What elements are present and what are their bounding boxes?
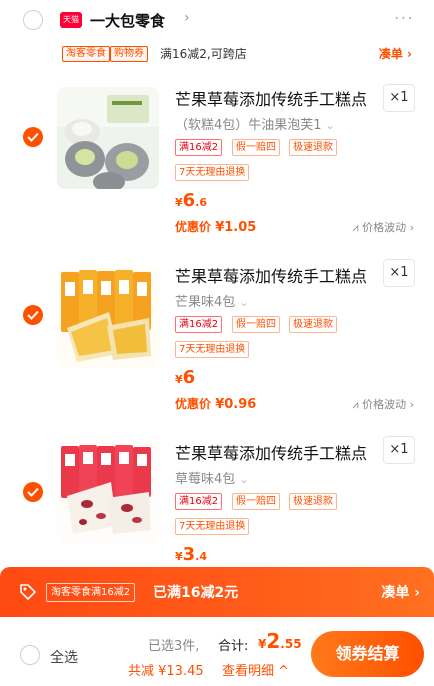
- checkout-footer: 全选 已选3件, 合计: ¥2.55 共减 ¥13.45 查看明细 ^ 领券结算: [0, 617, 434, 686]
- product-title[interactable]: 芒果草莓添加传统手工糕点: [175, 86, 367, 110]
- tag-return: 7天无理由退换: [175, 164, 250, 181]
- chart-icon: ⩘: [352, 221, 359, 234]
- price: ¥3.4: [175, 544, 208, 565]
- total-price: ¥2.55: [258, 629, 302, 653]
- item-checkbox[interactable]: [23, 127, 43, 147]
- promo-tag-snacks: 淘客零食: [62, 46, 110, 62]
- chevron-down-icon: ⌄: [239, 296, 249, 309]
- price: ¥6.6: [175, 190, 208, 211]
- cart-item: 芒果草莓添加传统手工糕点 ×1 芒果味4包 ⌄ 满16减2 假一赔四 极速退款 7…: [0, 250, 434, 426]
- discount-price: 优惠价 ¥0.96: [175, 397, 257, 412]
- tag-discount: 满16减2: [175, 493, 223, 510]
- store-select-checkbox[interactable]: [23, 10, 43, 30]
- product-image[interactable]: [57, 87, 159, 189]
- coupon-tag-icon: [20, 584, 37, 601]
- sku-selector[interactable]: （软糕4包）牛油果泡芙1 ⌄: [175, 114, 335, 133]
- store-name[interactable]: 一大包零食: [90, 10, 165, 31]
- cart-item: 芒果草莓添加传统手工糕点 ×1 （软糕4包）牛油果泡芙1 ⌄ 满16减2 假一赔四…: [0, 72, 434, 248]
- tag-fast-refund: 极速退款: [289, 493, 337, 510]
- total-label: 合计:: [218, 639, 249, 654]
- check-icon: [27, 132, 39, 142]
- quantity-selector[interactable]: ×1: [383, 259, 415, 287]
- checkout-button[interactable]: 领券结算: [311, 631, 424, 677]
- tag-return: 7天无理由退换: [175, 518, 250, 535]
- select-all-label[interactable]: 全选: [50, 647, 78, 667]
- tmall-badge: 天猫: [60, 12, 82, 28]
- chart-icon: ⩘: [352, 398, 359, 411]
- price-fluctuation-link[interactable]: ⩘ 价格波动 ›: [352, 219, 414, 235]
- check-icon: [27, 310, 39, 320]
- quantity-selector[interactable]: ×1: [383, 84, 415, 112]
- add-more-link[interactable]: 凑单 ›: [379, 45, 412, 62]
- tag-fast-refund: 极速退款: [289, 316, 337, 333]
- product-image[interactable]: [57, 442, 159, 544]
- view-details-link[interactable]: 查看明细 ^: [222, 660, 289, 679]
- cart-item: 芒果草莓添加传统手工糕点 ×1 草莓味4包 ⌄ 满16减2 假一赔四 极速退款 7…: [0, 428, 434, 567]
- sku-text: 草莓味4包: [175, 472, 236, 487]
- selected-count: 已选3件,: [148, 639, 200, 654]
- price-fluctuation-link[interactable]: ⩘ 价格波动 ›: [352, 396, 414, 412]
- tag-discount: 满16减2: [175, 316, 223, 333]
- item-checkbox[interactable]: [23, 305, 43, 325]
- promo-text: 满16减2,可跨店: [160, 47, 247, 61]
- tag-fast-refund: 极速退款: [289, 139, 337, 156]
- item-checkbox[interactable]: [23, 482, 43, 502]
- chevron-down-icon: ⌄: [239, 473, 249, 486]
- sku-text: （软糕4包）牛油果泡芙1: [175, 118, 322, 133]
- promo-bar-tag: 淘客零食满16减2: [46, 583, 136, 602]
- sku-selector[interactable]: 草莓味4包 ⌄: [175, 468, 249, 487]
- sku-selector[interactable]: 芒果味4包 ⌄: [175, 291, 249, 310]
- tag-return: 7天无理由退换: [175, 341, 250, 358]
- select-all-checkbox[interactable]: [20, 645, 40, 665]
- promo-bar-text: 已满16减2元: [153, 585, 239, 601]
- chevron-down-icon: ⌄: [325, 119, 335, 132]
- sku-text: 芒果味4包: [175, 295, 236, 310]
- product-image[interactable]: [57, 266, 159, 368]
- tag-guarantee: 假一赔四: [232, 139, 280, 156]
- promo-bar-add-more-link[interactable]: 凑单 ›: [381, 582, 420, 602]
- tag-guarantee: 假一赔四: [232, 316, 280, 333]
- store-header: 天猫 一大包零食 › ···: [0, 0, 434, 42]
- more-icon[interactable]: ···: [394, 8, 414, 29]
- product-title[interactable]: 芒果草莓添加传统手工糕点: [175, 440, 367, 464]
- promo-tag-coupon: 购物券: [110, 46, 148, 62]
- promo-bar[interactable]: 淘客零食满16减2 已满16减2元 凑单 ›: [0, 567, 434, 617]
- chevron-right-icon[interactable]: ›: [184, 10, 190, 26]
- product-title[interactable]: 芒果草莓添加传统手工糕点: [175, 263, 367, 287]
- tag-discount: 满16减2: [175, 139, 223, 156]
- store-promo-row: 淘客零食 购物券 满16减2,可跨店 凑单 ›: [0, 42, 434, 68]
- check-icon: [27, 487, 39, 497]
- saved-amount: 共减 ¥13.45: [128, 664, 204, 679]
- quantity-selector[interactable]: ×1: [383, 436, 415, 464]
- price: ¥6: [175, 367, 196, 388]
- discount-price: 优惠价 ¥1.05: [175, 220, 257, 235]
- tag-guarantee: 假一赔四: [232, 493, 280, 510]
